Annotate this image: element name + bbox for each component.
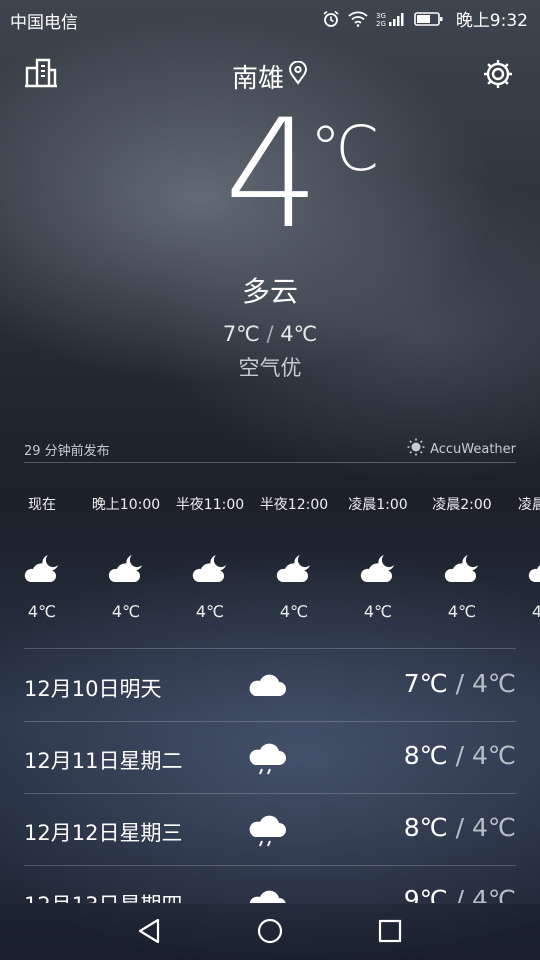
status-icons: 3G 2G 晚上9:32 (322, 6, 528, 31)
recents-icon[interactable] (376, 916, 404, 950)
hour-temp: 4℃ (363, 602, 393, 621)
status-bar: 中国电信 3G 2G 晚上9:32 (0, 0, 540, 36)
settings-gear-icon[interactable] (482, 58, 514, 94)
day-low: 4℃ (472, 813, 516, 842)
light-rain-icon (248, 813, 288, 853)
range-separator: / (266, 322, 274, 346)
alarm-icon (322, 10, 340, 28)
light-rain-icon (248, 741, 288, 781)
cloudy-night-icon (442, 552, 482, 588)
air-quality[interactable]: 空气优 (0, 352, 540, 382)
cloudy-night-icon (106, 552, 146, 588)
hourly-forecast[interactable]: 现在 4℃ 晚上10:00 4℃ 半夜11:00 4℃ 半夜12:00 4℃ 凌… (0, 494, 540, 634)
svg-text:3G: 3G (376, 12, 386, 20)
cloudy-night-icon (526, 552, 540, 588)
day-high: 9℃ (403, 885, 448, 903)
cloudy-night-icon (358, 552, 398, 588)
day-date: 12月12日星期三 (24, 821, 183, 845)
clock-time: 晚上9:32 (455, 11, 528, 31)
day-date: 12月10日明天 (24, 677, 162, 701)
publish-row: 29 分钟前发布 AccuWeather (24, 438, 516, 463)
current-temperature: 4 ℃ (0, 100, 540, 250)
cloud-icon (248, 885, 288, 903)
provider-name[interactable]: AccuWeather (430, 442, 516, 457)
daily-forecast[interactable]: 12月10日明天 7℃ / 4℃ 12月11日星期二 8℃ / 4℃ 12月12… (24, 648, 516, 903)
day-high: 8℃ (403, 741, 448, 770)
day-low: 4℃ (472, 885, 516, 903)
hour-temp: 4℃ (111, 602, 141, 621)
weather-condition: 多云 (241, 275, 298, 308)
svg-text:2G: 2G (376, 20, 386, 27)
cloudy-night-icon (190, 552, 230, 588)
daily-row[interactable]: 12月12日星期三 8℃ / 4℃ (24, 793, 516, 866)
day-date: 12月13日星期四 (24, 889, 182, 903)
hour-temp: 4℃ (447, 602, 477, 621)
daily-row[interactable]: 12月11日星期二 8℃ / 4℃ (24, 721, 516, 794)
today-high: 7℃ (222, 322, 260, 346)
day-low: 4℃ (472, 669, 516, 698)
day-high: 7℃ (403, 669, 448, 698)
daily-row[interactable]: 12月13日星期四 9℃ / 4℃ (24, 865, 516, 903)
hour-time: 晚上10:00 (91, 497, 161, 513)
hour-temp: 4℃ (195, 602, 225, 621)
provider-link[interactable]: AccuWeather (407, 438, 516, 460)
day-date: 12月11日星期二 (24, 749, 183, 773)
hour-temp: 4℃ (531, 602, 540, 621)
home-icon[interactable] (256, 916, 284, 950)
temperature-unit: ℃ (310, 112, 380, 185)
daily-row[interactable]: 12月10日明天 7℃ / 4℃ (24, 649, 516, 722)
today-low: 4℃ (280, 322, 318, 346)
day-temp-range: 9℃ / 4℃ (404, 885, 516, 903)
day-temp-range: 8℃ / 4℃ (403, 813, 516, 842)
battery-icon (414, 11, 444, 27)
hour-time: 凌晨2:00 (432, 497, 492, 513)
day-high: 8℃ (403, 813, 448, 842)
back-icon[interactable] (136, 916, 164, 950)
hour-time: 半夜11:00 (175, 497, 245, 513)
hour-time: 凌晨3:00 (518, 497, 540, 513)
hour-temp: 4℃ (27, 602, 57, 621)
hour-time: 现在 (28, 497, 56, 513)
publish-time: 29 分钟前发布 (24, 444, 110, 459)
cloudy-night-icon (274, 552, 314, 588)
temperature-value: 4 (224, 88, 319, 262)
day-low: 4℃ (472, 741, 516, 770)
cloudy-night-icon (22, 552, 62, 588)
hour-time: 凌晨1:00 (348, 497, 408, 513)
accuweather-sun-icon (407, 438, 425, 460)
cloud-icon (248, 669, 288, 703)
navigation-bar (0, 904, 540, 960)
hour-time: 半夜12:00 (259, 497, 329, 513)
carrier-label: 中国电信 (10, 13, 78, 33)
hour-temp: 4℃ (279, 602, 309, 621)
signal-4g-icon: 3G 2G (376, 11, 406, 27)
today-temp-range: 7℃ / 4℃ (0, 322, 540, 346)
day-temp-range: 8℃ / 4℃ (403, 741, 516, 770)
wifi-icon (348, 11, 368, 27)
day-temp-range: 7℃ / 4℃ (403, 669, 516, 698)
